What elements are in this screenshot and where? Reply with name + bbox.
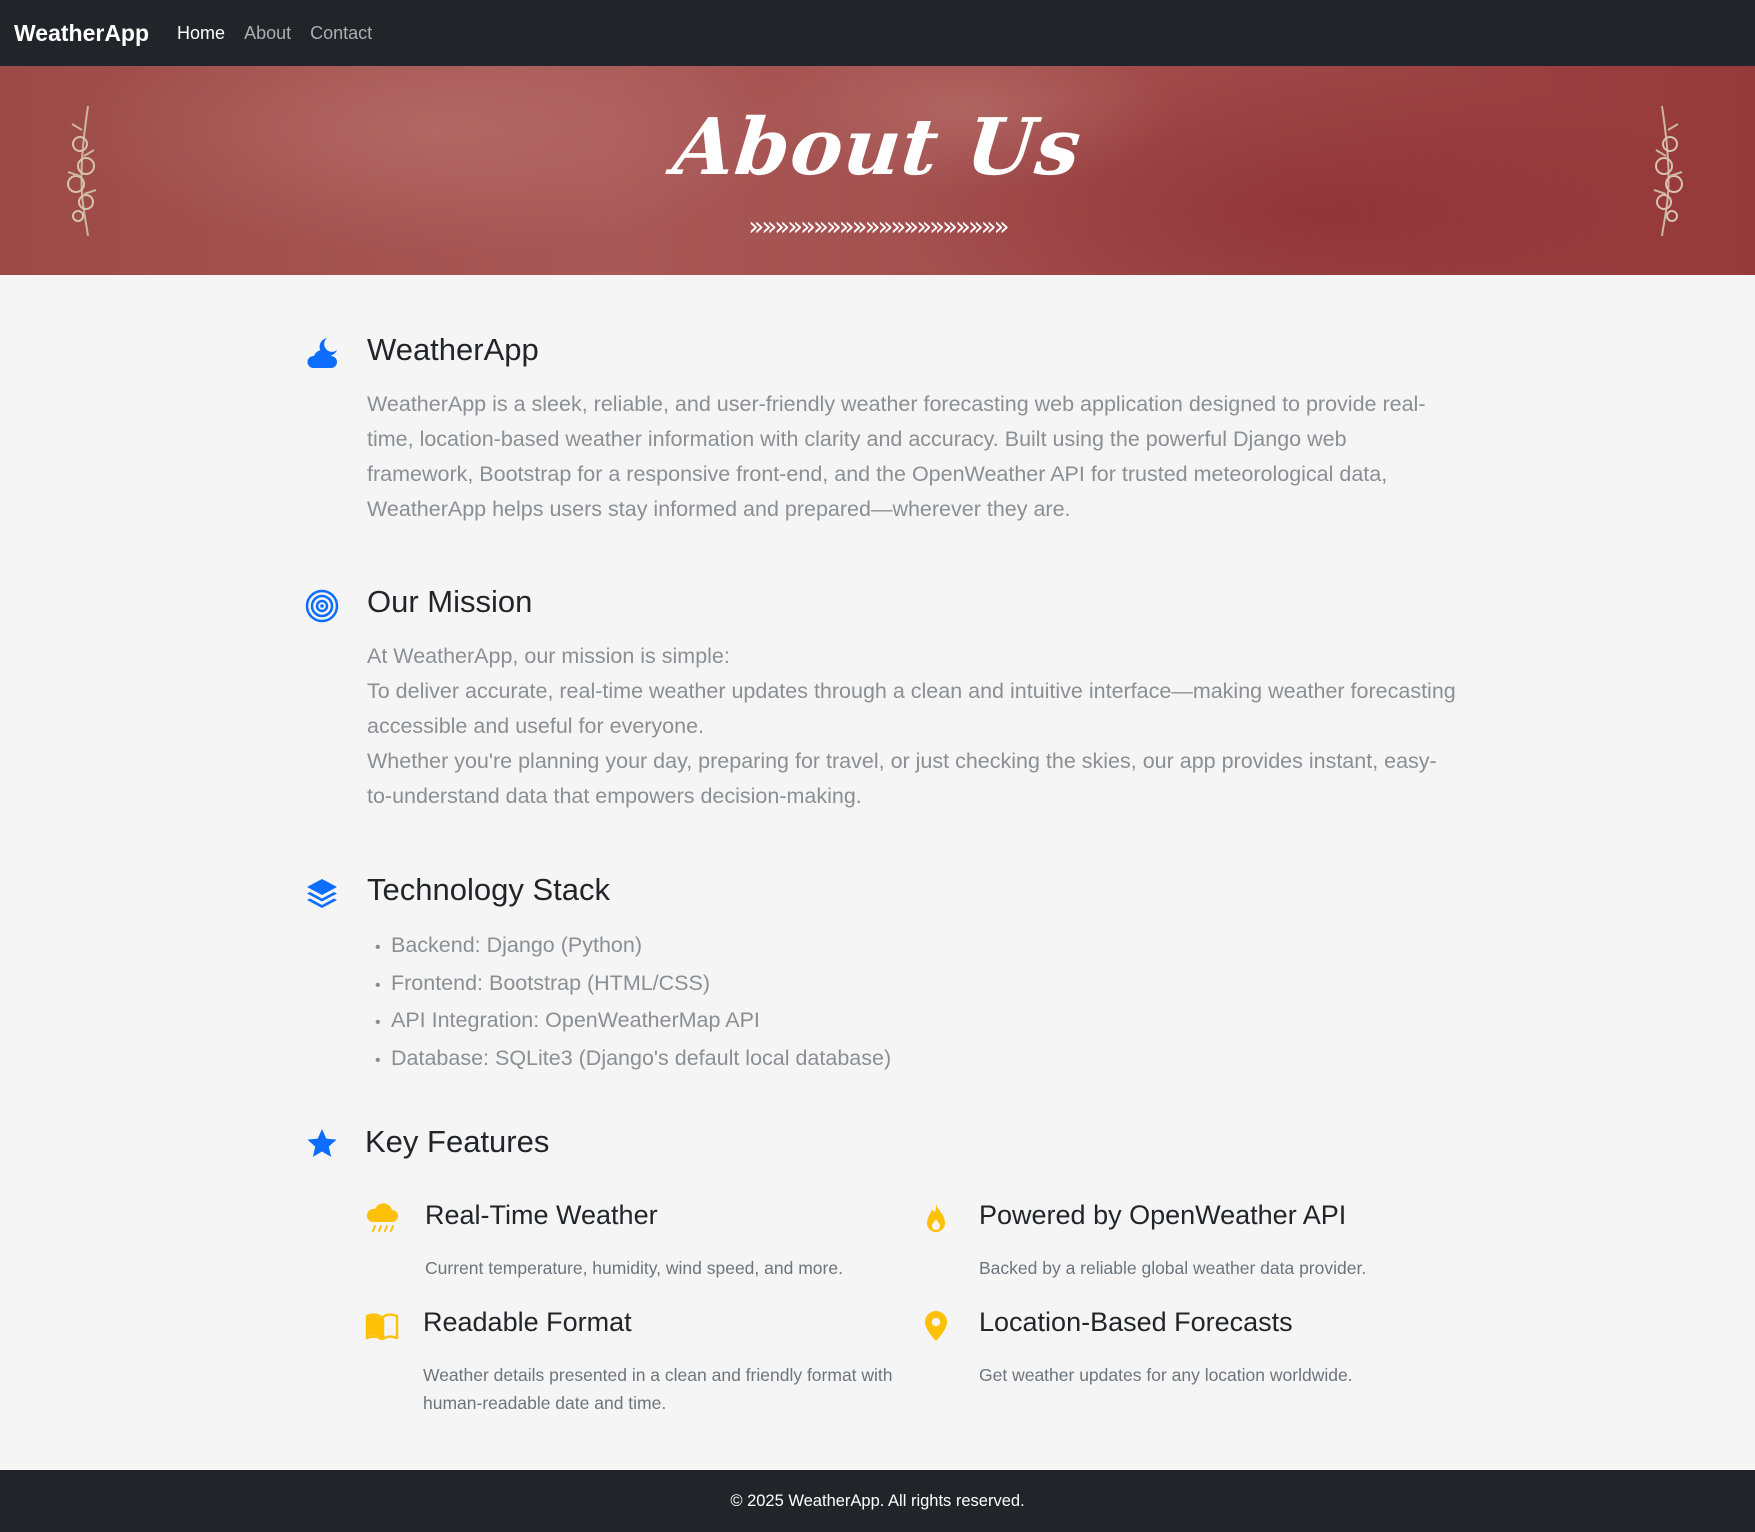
- feature-title: Location-Based Forecasts: [979, 1307, 1293, 1337]
- floral-sprig-icon: [1653, 105, 1683, 237]
- section-key-features: Key Features Real-Time Weather Current t…: [305, 1124, 1455, 1424]
- layers-icon: [307, 879, 337, 908]
- section-title: Technology Stack: [367, 872, 610, 907]
- feature-title: Real-Time Weather: [425, 1200, 658, 1230]
- feature-card: Real-Time Weather Current temperature, h…: [365, 1200, 905, 1290]
- copyright-text: © 2025 WeatherApp. All rights reserved.: [730, 1491, 1025, 1510]
- section-weatherapp: WeatherApp WeatherApp is a sleek, reliab…: [305, 332, 1455, 532]
- list-item: • Backend: Django (Python): [375, 933, 642, 957]
- list-item: • Database: SQLite3 (Django's default loc…: [375, 1045, 892, 1070]
- cloud-rain-icon: [366, 1203, 398, 1232]
- section-title: Key Features: [365, 1124, 550, 1159]
- nav-link-about[interactable]: About: [244, 23, 291, 44]
- feature-description: Current temperature, humidity, wind spee…: [425, 1258, 843, 1278]
- feature-card: Location-Based Forecasts Get weather upd…: [919, 1307, 1459, 1397]
- nav-link-home[interactable]: Home: [177, 23, 225, 44]
- section-title: Our Mission: [367, 584, 533, 619]
- fire-icon: [927, 1204, 945, 1232]
- section-title: WeatherApp: [367, 332, 539, 367]
- list-item: • Frontend: Bootstrap (HTML/CSS): [375, 970, 711, 995]
- star-icon: [307, 1129, 337, 1157]
- mission-line: At WeatherApp, our mission is simple:: [367, 644, 730, 668]
- mission-line: Whether you're planning your day, prepar…: [367, 749, 1437, 808]
- feature-card: Readable Format Weather details presente…: [365, 1307, 905, 1417]
- footer: © 2025 WeatherApp. All rights reserved.: [0, 1470, 1755, 1532]
- feature-description: Backed by a reliable global weather data…: [979, 1258, 1367, 1278]
- feature-card: Powered by OpenWeather API Backed by a r…: [919, 1200, 1459, 1290]
- hero-title: About Us: [669, 102, 1086, 193]
- cloud-moon-icon: [307, 338, 337, 368]
- feature-title: Readable Format: [423, 1307, 632, 1337]
- feature-description: Get weather updates for any location wor…: [979, 1365, 1353, 1385]
- tech-stack-list: • Backend: Django (Python) • Frontend: Boo…: [375, 928, 891, 1078]
- mission-line: To deliver accurate, real-time weather u…: [367, 679, 1456, 738]
- list-item: • API Integration: OpenWeatherMap API: [375, 1008, 760, 1032]
- hero-arrows-decoration: »»»»»»»»»»»»»»»»»»»»: [748, 212, 1009, 242]
- feature-title: Powered by OpenWeather API: [979, 1200, 1347, 1230]
- section-technology-stack: Technology Stack • Backend: Django (Pytho…: [305, 872, 1455, 1072]
- nav-link-contact[interactable]: Contact: [310, 23, 372, 44]
- section-paragraph: WeatherApp is a sleek, reliable, and use…: [367, 392, 1426, 521]
- brand-link[interactable]: WeatherApp: [14, 20, 149, 47]
- location-pin-icon: [925, 1311, 947, 1341]
- hero-banner: About Us »»»»»»»»»»»»»»»»»»»»: [0, 66, 1755, 275]
- target-icon: [305, 589, 339, 623]
- section-mission: Our Mission At WeatherApp, our mission i…: [305, 584, 1456, 814]
- navbar: WeatherApp Home About Contact: [0, 0, 1755, 66]
- book-icon: [365, 1313, 399, 1341]
- feature-description: Weather details presented in a clean and…: [423, 1365, 893, 1413]
